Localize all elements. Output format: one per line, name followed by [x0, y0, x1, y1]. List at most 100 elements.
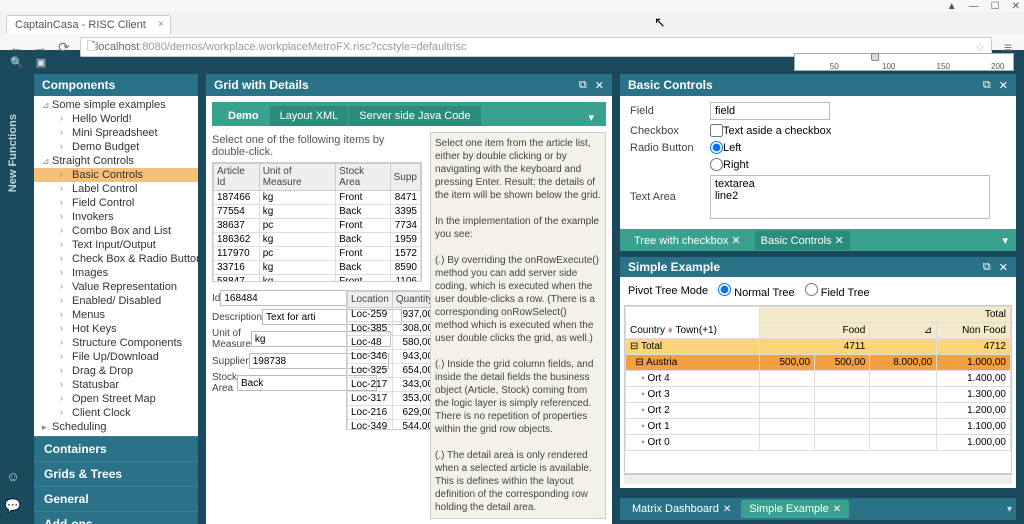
chevron-down-icon[interactable]: ▾: [582, 109, 600, 126]
gwd-tab-demo[interactable]: Demo: [218, 106, 270, 126]
pivot-row-total[interactable]: ⊟ Total: [626, 339, 760, 355]
ws-tab-simple[interactable]: Simple Example ✕: [741, 500, 849, 518]
tree-item[interactable]: Statusbar: [34, 378, 198, 392]
bc-field-input[interactable]: [710, 102, 830, 120]
toolbar-config-icon[interactable]: ▣: [36, 56, 46, 69]
bc-radio-left[interactable]: [710, 141, 723, 154]
tree-item[interactable]: Hello World!: [34, 112, 198, 126]
pivot-table[interactable]: Country ♦ Town(+1)Total Food⊿Non Food ⊟ …: [625, 306, 1011, 451]
tree-item[interactable]: Client Clock: [34, 406, 198, 420]
table-row[interactable]: Loc-259937,00: [348, 308, 437, 322]
tree-item[interactable]: Open Street Map: [34, 392, 198, 406]
chevron-down-icon[interactable]: ▾: [1007, 504, 1012, 515]
pivot-row-austria[interactable]: ⊟ Austria: [626, 355, 760, 371]
close-icon[interactable]: ✕: [835, 235, 844, 247]
gwd-tab-layout[interactable]: Layout XML: [270, 106, 350, 126]
close-icon[interactable]: ✕: [723, 504, 731, 515]
location-grid[interactable]: LocationQuantity Loc-259937,00Loc-385308…: [347, 291, 437, 430]
tree-item[interactable]: Label Control: [34, 182, 198, 196]
col-stock[interactable]: Stock Area: [336, 164, 391, 191]
tree-item[interactable]: Value Representation: [34, 280, 198, 294]
table-row[interactable]: 77554kgBack3395: [214, 205, 421, 219]
tree-item[interactable]: Check Box & Radio Button: [34, 252, 198, 266]
window-minimize[interactable]: —: [969, 1, 979, 12]
table-row[interactable]: Loc-317353,00: [348, 392, 437, 406]
table-row[interactable]: 186362kgBack1959: [214, 233, 421, 247]
popout-icon[interactable]: ⧉: [579, 79, 587, 92]
pivot-col-country[interactable]: Country: [630, 325, 665, 336]
bc-checkbox[interactable]: [710, 124, 723, 137]
popout-icon[interactable]: ⧉: [983, 79, 991, 92]
col-article-id[interactable]: Article Id: [214, 164, 260, 191]
tree-item[interactable]: Drag & Drop: [34, 364, 198, 378]
window-maximize[interactable]: ☐: [991, 1, 1000, 12]
window-close[interactable]: ✕: [1012, 1, 1020, 12]
pivot-row[interactable]: ◦ Ort 1: [626, 419, 760, 435]
se-radio-normal[interactable]: [718, 283, 731, 296]
nav-grids[interactable]: Grids & Trees: [34, 461, 198, 486]
article-grid[interactable]: Article Id Unit of Measure Stock Area Su…: [213, 163, 421, 282]
pivot-row[interactable]: ◦ Ort 0: [626, 435, 760, 451]
nav-addons[interactable]: Add-ons: [34, 511, 198, 524]
tree-item[interactable]: Combo Box and List: [34, 224, 198, 238]
table-row[interactable]: Loc-325654,00: [348, 364, 437, 378]
bc-tab-basic[interactable]: Basic Controls ✕: [755, 231, 850, 250]
bc-tab-tree[interactable]: Tree with checkbox ✕: [628, 231, 747, 250]
window-user-icon[interactable]: ▲: [947, 1, 957, 12]
table-row[interactable]: Loc-349544,00: [348, 420, 437, 431]
browser-tab[interactable]: CaptainCasa - RISC Client ×: [6, 15, 171, 34]
close-icon[interactable]: ✕: [999, 261, 1008, 274]
tree-item[interactable]: Field Control: [34, 196, 198, 210]
zoom-ruler[interactable]: 50 100 150 200: [794, 53, 1014, 71]
col-supplier[interactable]: Supp: [390, 164, 420, 191]
nav-containers[interactable]: Containers: [34, 436, 198, 461]
tree-group-simple[interactable]: ⊿Some simple examples: [34, 98, 198, 112]
close-icon[interactable]: ✕: [731, 235, 740, 247]
pivot-col-total[interactable]: Total: [759, 307, 1010, 323]
tree-item[interactable]: Invokers: [34, 210, 198, 224]
table-row[interactable]: 58847kgFront1106: [214, 275, 421, 283]
siderail-chat-icon[interactable]: 💬: [5, 498, 21, 514]
tree-group-straight[interactable]: ⊿Straight Controls: [34, 154, 198, 168]
pivot-row[interactable]: ◦ Ort 4: [626, 371, 760, 387]
toolbar-search-icon[interactable]: 🔍: [10, 56, 24, 69]
horizontal-scrollbar[interactable]: [624, 474, 1012, 484]
popout-icon[interactable]: ⧉: [983, 261, 991, 274]
tree-item[interactable]: Demo Budget: [34, 140, 198, 154]
tree-item[interactable]: Menus: [34, 308, 198, 322]
table-row[interactable]: Loc-48580,00: [348, 336, 437, 350]
tree-item[interactable]: Enabled/ Disabled: [34, 294, 198, 308]
siderail-smile-icon[interactable]: ☺: [6, 469, 19, 484]
tree-item[interactable]: Images: [34, 266, 198, 280]
col-location[interactable]: Location: [348, 292, 393, 308]
pivot-row[interactable]: ◦ Ort 2: [626, 403, 760, 419]
tree-item[interactable]: Structure Components: [34, 336, 198, 350]
gwd-tab-code[interactable]: Server side Java Code: [349, 106, 481, 126]
chevron-down-icon[interactable]: ▾: [1002, 234, 1008, 247]
tree-item-basic-controls[interactable]: Basic Controls: [34, 168, 198, 182]
close-icon[interactable]: ✕: [595, 79, 604, 92]
close-icon[interactable]: ✕: [833, 504, 841, 515]
ws-tab-matrix[interactable]: Matrix Dashboard ✕: [624, 500, 739, 518]
tree-item[interactable]: Hot Keys: [34, 322, 198, 336]
col-uom[interactable]: Unit of Measure: [259, 164, 335, 191]
siderail-label[interactable]: New Functions: [7, 114, 19, 192]
table-row[interactable]: 187466kgFront8471: [214, 191, 421, 205]
table-row[interactable]: Loc-217343,00: [348, 378, 437, 392]
table-row[interactable]: Loc-385308,00: [348, 322, 437, 336]
tab-close-icon[interactable]: ×: [158, 19, 164, 30]
se-radio-field[interactable]: [805, 283, 818, 296]
tree-item[interactable]: Mini Spreadsheet: [34, 126, 198, 140]
nav-general[interactable]: General: [34, 486, 198, 511]
tree-item[interactable]: File Up/Download: [34, 350, 198, 364]
table-row[interactable]: Loc-346943,00: [348, 350, 437, 364]
table-row[interactable]: 33716kgBack8590: [214, 261, 421, 275]
table-row[interactable]: 38637pcFront7734: [214, 219, 421, 233]
pivot-col-town[interactable]: Town(+1): [676, 325, 717, 336]
tree-item[interactable]: Text Input/Output: [34, 238, 198, 252]
table-row[interactable]: 117970pcFront1572: [214, 247, 421, 261]
pivot-row[interactable]: ◦ Ort 3: [626, 387, 760, 403]
close-icon[interactable]: ✕: [999, 79, 1008, 92]
bc-textarea[interactable]: textarea line2: [710, 175, 990, 219]
pivot-col-food[interactable]: Food: [759, 323, 869, 339]
